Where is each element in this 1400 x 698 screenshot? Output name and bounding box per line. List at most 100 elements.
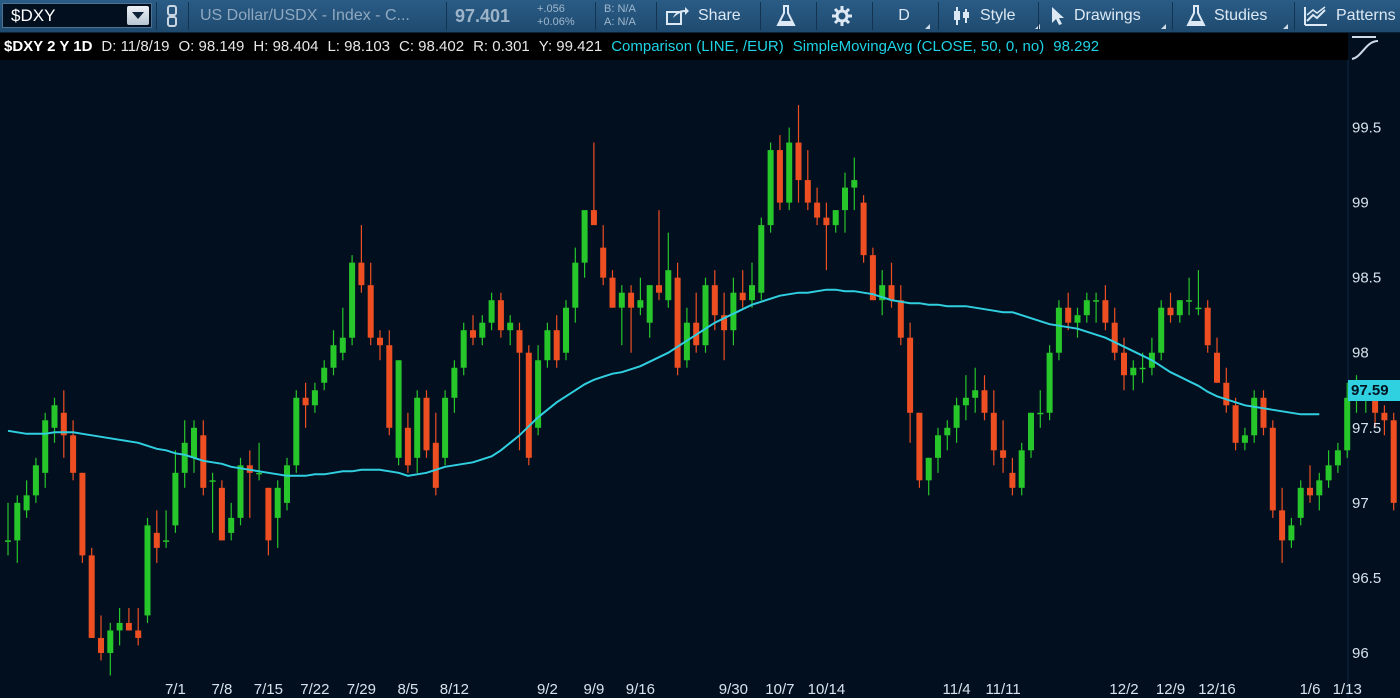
candle-body <box>1009 472 1016 488</box>
candle <box>1390 412 1397 511</box>
candle-body <box>274 487 281 518</box>
x-tick-label: 12/9 <box>1156 681 1185 698</box>
candle-body <box>1121 352 1127 376</box>
sma-value: 98.292 <box>1053 38 1100 55</box>
price-chart[interactable]: 96 96.5 97 97.5 98 98.5 99 99.5 7/1 7/8 7/15 7/22 7… <box>0 60 1400 698</box>
bar-high: H: 98.404 <box>253 38 319 55</box>
candle-body <box>1139 367 1146 370</box>
candle-body <box>1111 322 1118 353</box>
candle-body <box>739 292 746 301</box>
candle-body <box>776 150 783 203</box>
candle-body <box>172 472 179 526</box>
gear-icon[interactable] <box>832 0 856 32</box>
candle-body <box>404 427 411 466</box>
candle <box>758 217 765 301</box>
candle-body <box>367 285 374 338</box>
candle-body <box>851 180 858 188</box>
last-price: 97.401 <box>455 5 511 26</box>
symbol-text: $DXY <box>11 5 56 25</box>
flask-icon <box>1186 5 1206 26</box>
candle-body <box>1297 487 1304 518</box>
x-tick-label: 7/29 <box>347 681 376 698</box>
share-label: Share <box>698 7 741 24</box>
candle-body <box>377 337 383 346</box>
candle-body <box>1344 397 1351 451</box>
candle-body <box>349 262 356 338</box>
share-button[interactable]: Share <box>666 0 756 32</box>
candle-body <box>1279 510 1286 541</box>
symbol-dropdown-button[interactable] <box>127 6 149 25</box>
candle <box>767 142 774 233</box>
candle <box>1046 345 1053 421</box>
candle-body <box>563 307 569 353</box>
y-tick-label: 96 <box>1352 645 1369 662</box>
x-tick-label: 10/14 <box>808 681 846 698</box>
candle-body <box>1037 412 1044 415</box>
candle-body <box>237 465 244 518</box>
candle-body <box>79 472 86 556</box>
candle-body <box>1381 412 1388 421</box>
x-tick-label: 8/5 <box>397 681 418 698</box>
x-tick-label: 7/22 <box>300 681 329 698</box>
symbol-selector[interactable]: $DXY <box>2 3 152 28</box>
bar-low: L: 98.103 <box>327 38 391 55</box>
candle-body <box>1334 450 1341 466</box>
candle-body <box>153 532 160 548</box>
bar-range: R: 0.301 <box>473 38 530 55</box>
candle <box>869 247 876 301</box>
candle-body <box>1046 352 1053 413</box>
candle-body <box>1316 480 1323 496</box>
candle-body <box>897 300 904 338</box>
candle-body <box>860 202 867 256</box>
candle-body <box>1074 315 1081 323</box>
x-tick-label: 1/13 <box>1333 681 1362 698</box>
style-button[interactable]: Style <box>952 0 1042 32</box>
candle <box>218 480 225 541</box>
candle-body <box>1269 427 1276 511</box>
bid-ask-box: B: N/A A: N/A <box>604 0 654 32</box>
x-tick-label: 11/4 <box>943 681 971 698</box>
comparison-study[interactable]: Comparison (LINE, /EUR) <box>611 38 784 55</box>
drawings-button[interactable]: Drawings <box>1050 0 1168 32</box>
candle-body <box>395 360 402 458</box>
candle <box>1158 300 1165 361</box>
candle-body <box>144 525 151 616</box>
share-icon <box>666 7 689 25</box>
symbol-description: US Dollar/USDX - Index - C... <box>200 7 410 24</box>
candle-body <box>330 345 337 368</box>
candle-body <box>107 630 114 653</box>
candle-body <box>23 495 30 511</box>
sma-study[interactable]: SimpleMovingAvg (CLOSE, 50, 0, no) <box>793 38 1045 55</box>
candle <box>442 390 449 466</box>
last-price-tag: 97.59 <box>1348 380 1400 401</box>
candle-body <box>656 285 662 293</box>
studies-button[interactable]: Studies <box>1186 0 1290 32</box>
candle <box>525 345 532 466</box>
aggregation-button[interactable]: D <box>876 0 932 32</box>
candle-body <box>581 210 588 263</box>
candle <box>88 547 95 638</box>
patterns-chart-icon <box>1304 6 1327 26</box>
candle <box>79 472 86 563</box>
candle-body <box>628 292 635 308</box>
candle-body <box>665 270 672 301</box>
flask-icon[interactable] <box>776 0 804 32</box>
candle-body <box>302 397 309 406</box>
candle-body <box>953 405 960 428</box>
percent-change: +0.06% <box>537 16 575 28</box>
x-tick-label: 7/1 <box>165 681 186 698</box>
candle <box>144 517 151 623</box>
link-icon[interactable] <box>160 0 184 32</box>
candle-body <box>135 630 142 638</box>
y-tick-label: 98 <box>1352 345 1369 362</box>
candle-body <box>42 420 49 473</box>
candle-body <box>553 330 560 361</box>
candle-body <box>888 285 895 301</box>
candle-body <box>284 465 290 503</box>
candle <box>284 457 290 511</box>
patterns-button[interactable]: Patterns <box>1304 0 1400 32</box>
candle-body <box>1167 307 1174 316</box>
candle-body <box>125 622 132 631</box>
candle-body <box>191 427 197 458</box>
candle <box>1018 442 1025 496</box>
